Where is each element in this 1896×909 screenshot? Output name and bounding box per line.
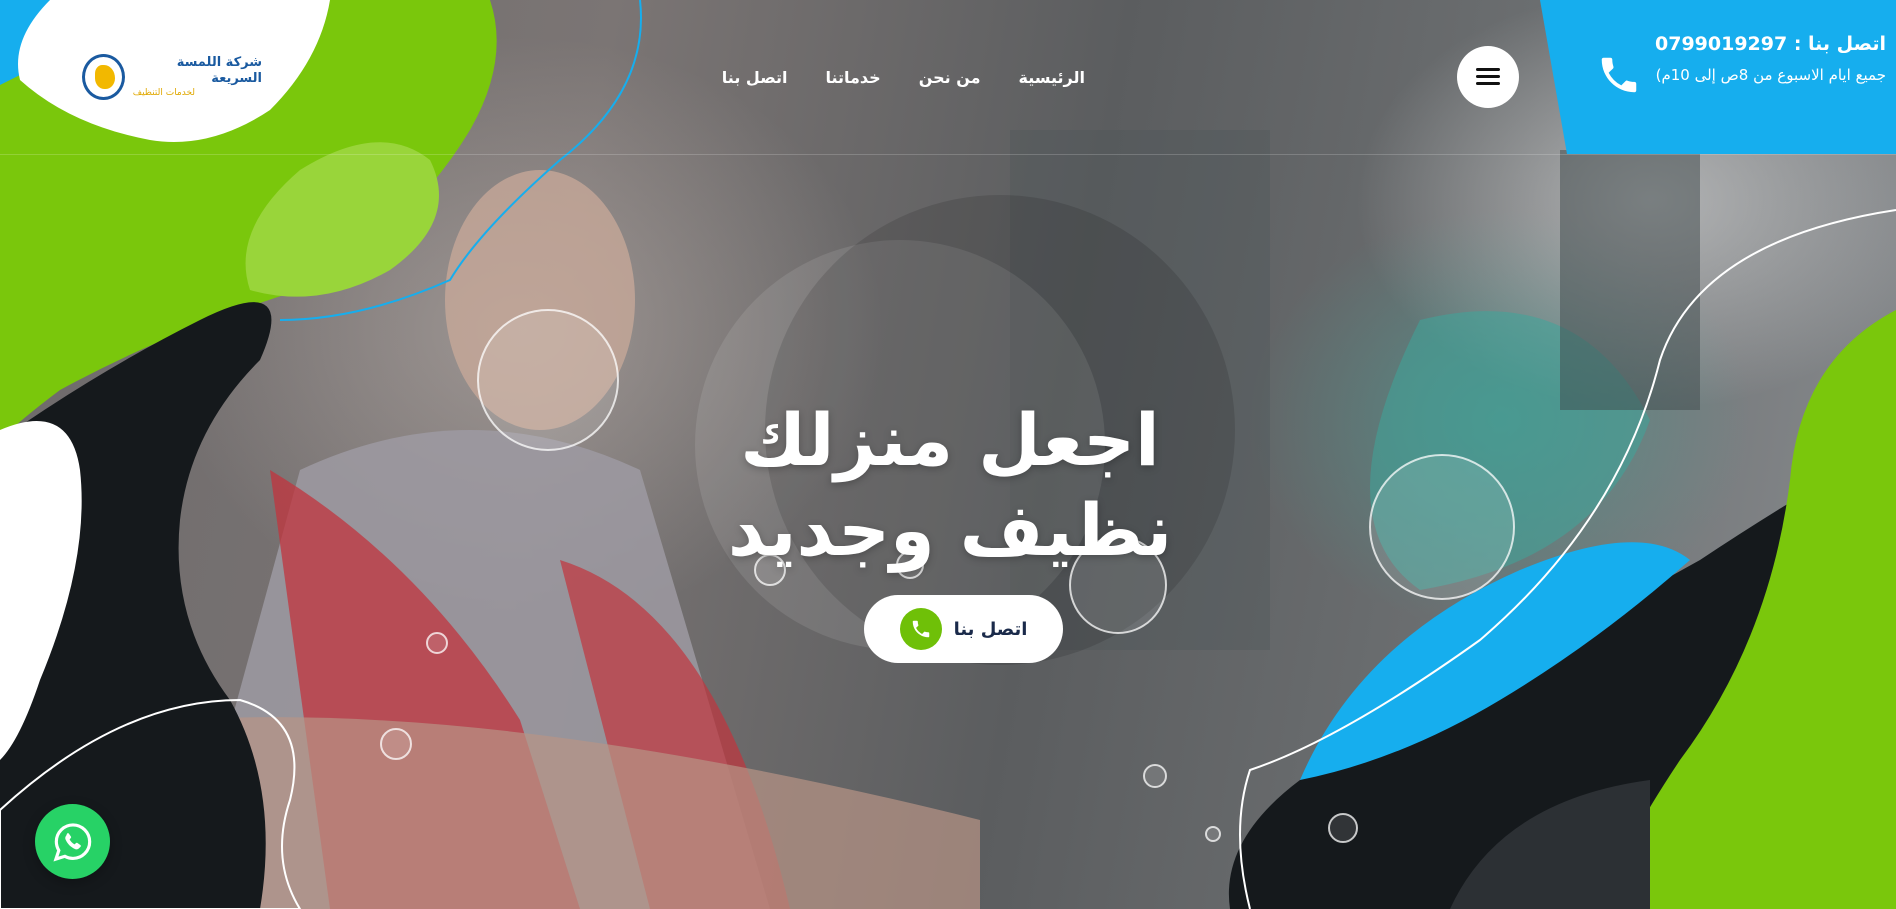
brand-tagline: لخدمات التنظيف [132,88,196,98]
hero-title-line2: نظيف وجديد [727,488,1173,572]
contact-us-button[interactable]: اتصل بنا [864,595,1063,663]
whatsapp-icon [52,822,91,861]
contact-hours: جميع ايام الاسبوع من 8ص إلى 10م) [1655,66,1886,84]
cta-label: اتصل بنا [953,618,1028,640]
phone-icon[interactable] [1596,52,1642,98]
menu-button[interactable] [1457,46,1519,108]
logo-mark-icon [82,54,125,100]
logo-text: شركة اللمسة السريعة لخدمات التنظيف [133,55,262,99]
header-divider [0,154,1896,155]
phone-icon [899,608,942,650]
nav-item-contact[interactable]: اتصل بنا [722,68,788,87]
contact-panel: اتصل بنا : 0799019297 جميع ايام الاسبوع … [1540,0,1896,154]
brand-name: شركة اللمسة السريعة [176,55,262,86]
hero-title-line1: اجعل منزلك [740,398,1160,482]
hero-title: اجعل منزلك نظيف وجديد [660,395,1240,575]
contact-phone[interactable]: اتصل بنا : 0799019297 [1646,30,1886,58]
main-nav: الرئيسية من نحن خدماتنا اتصل بنا [722,62,1086,92]
hamburger-menu-icon [1476,68,1500,86]
nav-item-about[interactable]: من نحن [919,68,981,87]
hero-section: شركة اللمسة السريعة لخدمات التنظيف الرئي… [0,0,1896,909]
whatsapp-button[interactable] [35,804,110,879]
contact-text: اتصل بنا : 0799019297 جميع ايام الاسبوع … [1646,30,1886,92]
nav-item-services[interactable]: خدماتنا [825,68,880,87]
nav-item-home[interactable]: الرئيسية [1019,68,1086,87]
brand-logo[interactable]: شركة اللمسة السريعة لخدمات التنظيف [82,46,262,108]
